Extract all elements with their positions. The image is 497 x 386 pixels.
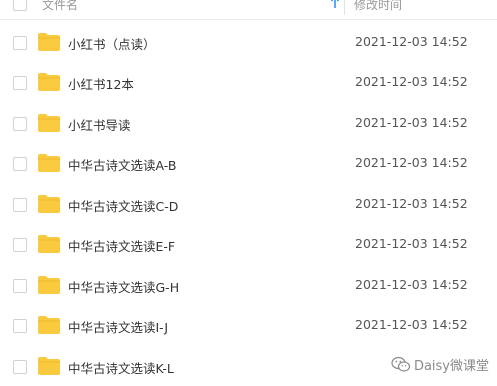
file-name[interactable]: 小红书导读 bbox=[68, 115, 131, 134]
file-row[interactable]: 中华古诗文选读A-B 2021-12-03 14:52 bbox=[0, 144, 497, 184]
file-row[interactable]: 中华古诗文选读G-H 2021-12-03 14:52 bbox=[0, 266, 497, 306]
file-list: 小红书（点读） 2021-12-03 14:52 小红书12本 2021-12-… bbox=[0, 0, 497, 386]
file-modified-time: 2021-12-03 14:52 bbox=[355, 317, 468, 332]
row-checkbox[interactable] bbox=[13, 117, 27, 131]
folder-icon bbox=[37, 72, 61, 92]
file-name[interactable]: 小红书（点读） bbox=[68, 34, 156, 53]
folder-icon bbox=[37, 234, 61, 254]
file-name[interactable]: 小红书12本 bbox=[68, 74, 134, 93]
row-checkbox[interactable] bbox=[13, 319, 27, 333]
folder-icon bbox=[37, 356, 61, 376]
file-list-screen: 文件名 修改时间 小红书（点读） 2021-12-03 14:52 小红书12本 bbox=[0, 0, 497, 386]
file-row[interactable]: 中华古诗文选读I-J 2021-12-03 14:52 bbox=[0, 306, 497, 346]
folder-icon bbox=[37, 32, 61, 52]
folder-icon bbox=[37, 315, 61, 335]
file-row[interactable]: 小红书（点读） 2021-12-03 14:52 bbox=[0, 23, 497, 63]
file-row[interactable]: 中华古诗文选读C-D 2021-12-03 14:52 bbox=[0, 185, 497, 225]
file-modified-time: 2021-12-03 14:52 bbox=[355, 74, 468, 89]
watermark: Daisy微课堂 bbox=[391, 354, 489, 374]
file-name[interactable]: 中华古诗文选读G-H bbox=[68, 277, 179, 296]
folder-icon bbox=[37, 113, 61, 133]
file-name[interactable]: 中华古诗文选读K-L bbox=[68, 358, 174, 377]
row-checkbox[interactable] bbox=[13, 157, 27, 171]
file-name[interactable]: 中华古诗文选读C-D bbox=[68, 196, 178, 215]
file-row[interactable]: 小红书12本 2021-12-03 14:52 bbox=[0, 63, 497, 103]
row-checkbox[interactable] bbox=[13, 198, 27, 212]
file-modified-time: 2021-12-03 14:52 bbox=[355, 155, 468, 170]
watermark-text: Daisy微课堂 bbox=[413, 358, 489, 374]
row-checkbox[interactable] bbox=[13, 360, 27, 374]
folder-icon bbox=[37, 153, 61, 173]
file-row[interactable]: 中华古诗文选读E-F 2021-12-03 14:52 bbox=[0, 225, 497, 265]
row-checkbox[interactable] bbox=[13, 36, 27, 50]
row-checkbox[interactable] bbox=[13, 76, 27, 90]
file-modified-time: 2021-12-03 14:52 bbox=[355, 34, 468, 49]
folder-icon bbox=[37, 275, 61, 295]
file-name[interactable]: 中华古诗文选读E-F bbox=[68, 236, 175, 255]
file-row[interactable]: 小红书导读 2021-12-03 14:52 bbox=[0, 104, 497, 144]
folder-icon bbox=[37, 194, 61, 214]
wechat-icon bbox=[391, 356, 411, 372]
file-modified-time: 2021-12-03 14:52 bbox=[355, 115, 468, 130]
file-name[interactable]: 中华古诗文选读I-J bbox=[68, 317, 168, 336]
file-name[interactable]: 中华古诗文选读A-B bbox=[68, 155, 176, 174]
row-checkbox[interactable] bbox=[13, 279, 27, 293]
row-checkbox[interactable] bbox=[13, 238, 27, 252]
file-modified-time: 2021-12-03 14:52 bbox=[355, 196, 468, 211]
file-modified-time: 2021-12-03 14:52 bbox=[355, 236, 468, 251]
file-modified-time: 2021-12-03 14:52 bbox=[355, 277, 468, 292]
